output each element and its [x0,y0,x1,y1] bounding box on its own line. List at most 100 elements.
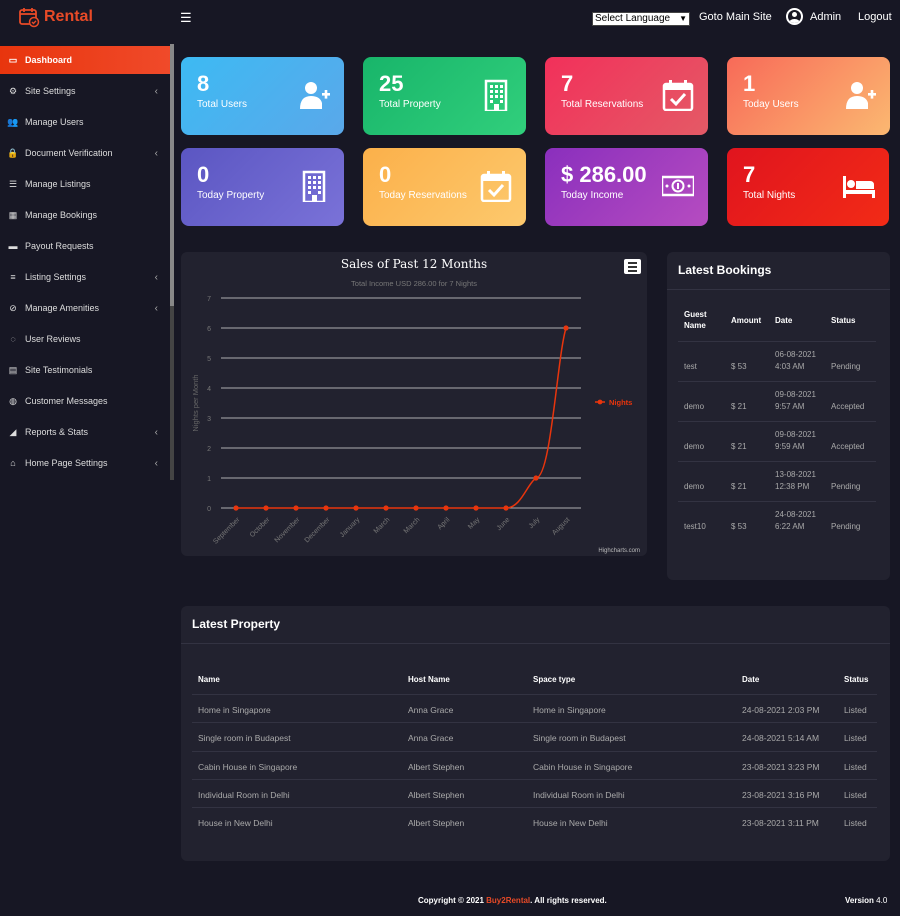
x-tick-label: July [528,516,542,530]
brand-link[interactable]: Buy2Rental [486,896,530,905]
sidebar-item-user-reviews[interactable]: ◌ User Reviews [0,325,170,353]
sales-chart: Sales of Past 12 Months Total Income USD … [191,257,640,554]
x-tick-label: August [551,516,571,536]
table-row[interactable]: Home in Singapore Anna Grace Home in Singa… [192,694,877,722]
data-point [323,505,329,511]
booking-guest: test10 [684,522,706,531]
sidebar-item-manage-bookings[interactable]: ▦ Manage Bookings [0,201,170,229]
table-row[interactable]: demo $ 21 09-08-2021 9:59 AM Accepted [678,421,876,461]
goto-main-site-link[interactable]: Goto Main Site [699,11,772,23]
sidebar-item-label: Reports & Stats [25,427,89,437]
y-tick-label: 0 [207,506,211,513]
chat-icon: ◍ [9,395,17,406]
booking-amount: $ 21 [731,402,747,411]
property-date: 24-08-2021 5:14 AM [742,733,820,744]
latest-bookings-panel: Latest Bookings Guest Name Amount Date S… [667,252,890,580]
sidebar: ▭ Dashboard ⚙ Site Settings ‹ 👥 Manage Users 🔒 D… [0,44,174,480]
calendar-check-icon [480,171,512,202]
sidebar-item-label: Manage Bookings [25,210,98,220]
sidebar-item-manage-listings[interactable]: ☰ Manage Listings [0,170,170,198]
chevron-left-icon: ‹ [154,426,158,438]
sidebar-item-site-settings[interactable]: ⚙ Site Settings ‹ [0,77,170,105]
sidebar-item-manage-amenities[interactable]: ⊘ Manage Amenities ‹ [0,294,170,322]
data-point [233,505,239,511]
data-point [353,505,359,511]
y-tick-label: 1 [207,476,211,483]
column-header-date: Date [775,316,793,325]
logo-text: Rental [44,8,93,25]
sidebar-item-manage-users[interactable]: 👥 Manage Users [0,108,170,136]
table-row[interactable]: demo $ 21 13-08-2021 12:38 PM Pending [678,461,876,501]
property-date: 23-08-2021 3:16 PM [742,789,820,800]
booking-status: Pending [831,482,861,491]
data-point [263,505,269,511]
menu-toggle-icon[interactable]: ☰ [180,10,192,26]
sidebar-item-payout-requests[interactable]: ▬ Payout Requests [0,232,170,260]
table-row[interactable]: Individual Room in Delhi Albert Stephen In… [192,778,877,807]
stat-card-total-reservations[interactable]: 7 Total Reservations [545,57,708,135]
x-tick-label: October [249,516,272,539]
legend-marker [597,399,603,405]
column-header-date: Date [742,675,760,684]
property-name: Cabin House in Singapore [198,761,298,772]
data-point [443,505,449,511]
stat-card-today-users[interactable]: 1 Today Users [727,57,890,135]
bed-icon [843,176,875,198]
data-point [413,505,419,511]
table-row[interactable]: test $ 53 06-08-2021 4:03 AM Pending [678,341,876,381]
stat-card-total-property[interactable]: 25 Total Property [363,57,526,135]
x-tick-label: September [212,516,242,546]
y-tick-label: 6 [207,326,211,333]
chart-export-menu-icon[interactable] [624,259,641,274]
table-row[interactable]: test10 $ 53 24-08-2021 6:22 AM Pending [678,501,876,541]
user-avatar-icon [786,8,803,25]
x-tick-label: November [274,516,302,544]
booking-status: Pending [831,362,861,371]
booking-date: 06-08-2021 4:03 AM [775,350,816,371]
table-row[interactable]: Single room in Budapest Anna Grace Single … [192,722,877,750]
logo[interactable]: Rental [18,6,93,28]
booking-status: Pending [831,522,861,531]
sidebar-scrollbar-thumb[interactable] [170,44,174,306]
gear-icon: ⚙ [8,85,18,96]
comment-icon: ◌ [10,334,16,344]
admin-menu[interactable]: Admin [786,8,841,25]
table-row[interactable]: demo $ 21 09-08-2021 9:57 AM Accepted [678,381,876,421]
property-host: Anna Grace [408,733,454,744]
x-tick-label: April [437,516,452,531]
stat-card-total-users[interactable]: 8 Total Users [181,57,344,135]
x-tick-label: March [403,516,422,535]
stat-card-total-nights[interactable]: 7 Total Nights [727,148,889,226]
column-header-status: Status [831,316,856,325]
language-select[interactable]: Select Language ▼ [592,12,690,26]
property-name: Home in Singapore [198,705,271,715]
sidebar-item-listing-settings[interactable]: ≡ Listing Settings ‹ [0,263,170,291]
booking-guest: demo [684,482,705,491]
stat-card-today-property[interactable]: 0 Today Property [181,148,344,226]
table-row[interactable]: Cabin House in Singapore Albert Stephen Ca… [192,750,877,779]
sidebar-item-customer-messages[interactable]: ◍ Customer Messages [0,387,170,415]
copyright-suffix: . All rights reserved. [530,896,607,905]
building-icon [302,170,326,202]
stat-card-today-income[interactable]: $ 286.00 Today Income [545,148,708,226]
sidebar-item-label: Customer Messages [25,396,108,406]
data-point [533,475,539,481]
credit-card-icon: ▬ [8,241,18,251]
lock-icon: 🔒 [7,147,19,158]
sidebar-item-site-testimonials[interactable]: ▤ Site Testimonials [0,356,170,384]
sidebar-item-document-verification[interactable]: 🔒 Document Verification ‹ [0,139,170,167]
logout-link[interactable]: Logout [858,11,892,23]
home-icon: ⌂ [10,458,16,468]
sidebar-item-label: Manage Listings [25,179,91,189]
table-row[interactable]: House in New Delhi Albert Stephen House in… [192,807,877,835]
stat-card-today-reservations[interactable]: 0 Today Reservations [363,148,526,226]
latest-bookings-title: Latest Bookings [678,263,772,277]
sidebar-item-label: Manage Amenities [25,303,100,313]
sidebar-item-label: Payout Requests [25,241,94,251]
sidebar-item-label: User Reviews [25,334,81,344]
sidebar-item-home-page-settings[interactable]: ⌂ Home Page Settings ‹ [0,449,170,477]
sidebar-item-dashboard[interactable]: ▭ Dashboard [0,46,170,74]
sidebar-item-reports-stats[interactable]: ◢ Reports & Stats ‹ [0,418,170,446]
sidebar-item-label: Site Testimonials [25,365,93,375]
sidebar-item-label: Home Page Settings [25,458,108,468]
